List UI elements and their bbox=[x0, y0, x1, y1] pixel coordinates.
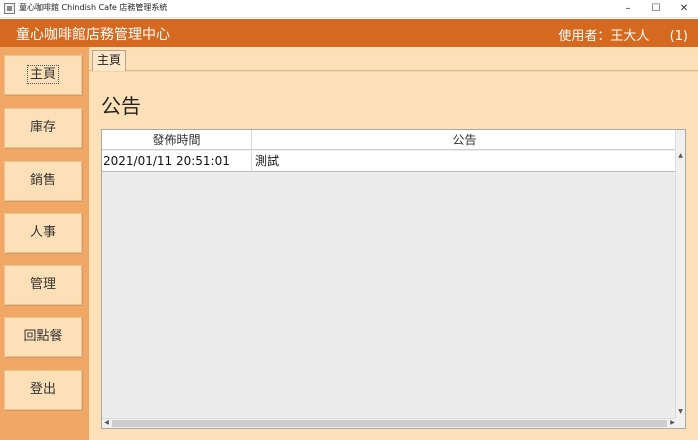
nav-inventory-button[interactable]: 庫存 bbox=[4, 108, 82, 148]
sidebar: 主頁 庫存 銷售 人事 管理 回點餐 登出 bbox=[0, 47, 89, 440]
nav-logout-button[interactable]: 登出 bbox=[4, 370, 82, 410]
nav-admin-button[interactable]: 管理 bbox=[4, 265, 82, 305]
window-title: 童心咖啡館 Chindish Cafe 店務管理系統 bbox=[19, 3, 168, 12]
nav-hr-label: 人事 bbox=[29, 225, 56, 240]
vertical-scrollbar[interactable]: ▲ ▼ bbox=[675, 130, 685, 418]
table-row[interactable]: 2021/01/11 20:51:01 測試 bbox=[102, 151, 677, 172]
tab-strip: 主頁 bbox=[89, 47, 698, 71]
nav-admin-label: 管理 bbox=[29, 277, 56, 292]
horizontal-scroll-thumb[interactable] bbox=[112, 420, 667, 427]
scroll-left-icon[interactable]: ◀ bbox=[102, 419, 111, 428]
maximize-button[interactable]: ☐ bbox=[642, 0, 670, 18]
scroll-up-icon[interactable]: ▲ bbox=[676, 152, 685, 161]
table-header: 發佈時間 公告 bbox=[102, 130, 677, 150]
app-header: 童心咖啡館店務管理中心 使用者：王大人 (1) bbox=[0, 19, 698, 47]
nav-order-button[interactable]: 回點餐 bbox=[4, 317, 82, 357]
column-header-announcement[interactable]: 公告 bbox=[252, 130, 677, 150]
nav-inventory-label: 庫存 bbox=[29, 120, 56, 135]
close-button[interactable]: ✕ bbox=[670, 0, 698, 18]
page-title: 公告 bbox=[101, 94, 141, 118]
window-titlebar: 童心咖啡館 Chindish Cafe 店務管理系統 – ☐ ✕ bbox=[0, 0, 698, 18]
home-panel: 公告 發佈時間 公告 2021/01/11 20:51:01 測試 ▲ ▼ ◀ … bbox=[89, 71, 698, 440]
scrollbar-corner bbox=[675, 418, 685, 428]
content-area: 主頁 公告 發佈時間 公告 2021/01/11 20:51:01 測試 ▲ ▼… bbox=[89, 47, 698, 440]
scroll-down-icon[interactable]: ▼ bbox=[676, 408, 685, 417]
app-title: 童心咖啡館店務管理中心 bbox=[16, 27, 170, 43]
nav-hr-button[interactable]: 人事 bbox=[4, 213, 82, 253]
tab-home[interactable]: 主頁 bbox=[92, 50, 127, 71]
cell-time: 2021/01/11 20:51:01 bbox=[102, 151, 252, 172]
nav-sales-label: 銷售 bbox=[29, 173, 56, 188]
nav-logout-label: 登出 bbox=[29, 382, 56, 397]
minimize-button[interactable]: – bbox=[614, 0, 642, 18]
nav-home-button[interactable]: 主頁 bbox=[4, 55, 82, 95]
cell-announcement: 測試 bbox=[255, 154, 280, 168]
nav-sales-button[interactable]: 銷售 bbox=[4, 161, 82, 201]
user-badge: (1) bbox=[669, 29, 688, 44]
horizontal-scrollbar[interactable]: ◀ ▶ bbox=[102, 418, 677, 428]
nav-home-label: 主頁 bbox=[26, 65, 59, 84]
announcement-table[interactable]: 發佈時間 公告 2021/01/11 20:51:01 測試 ▲ ▼ ◀ ▶ bbox=[101, 129, 686, 429]
current-user: 使用者：王大人 (1) bbox=[554, 25, 688, 44]
user-label: 使用者：王大人 bbox=[558, 29, 650, 44]
nav-order-label: 回點餐 bbox=[23, 329, 63, 344]
column-header-time[interactable]: 發佈時間 bbox=[102, 130, 252, 150]
app-icon bbox=[4, 3, 15, 14]
